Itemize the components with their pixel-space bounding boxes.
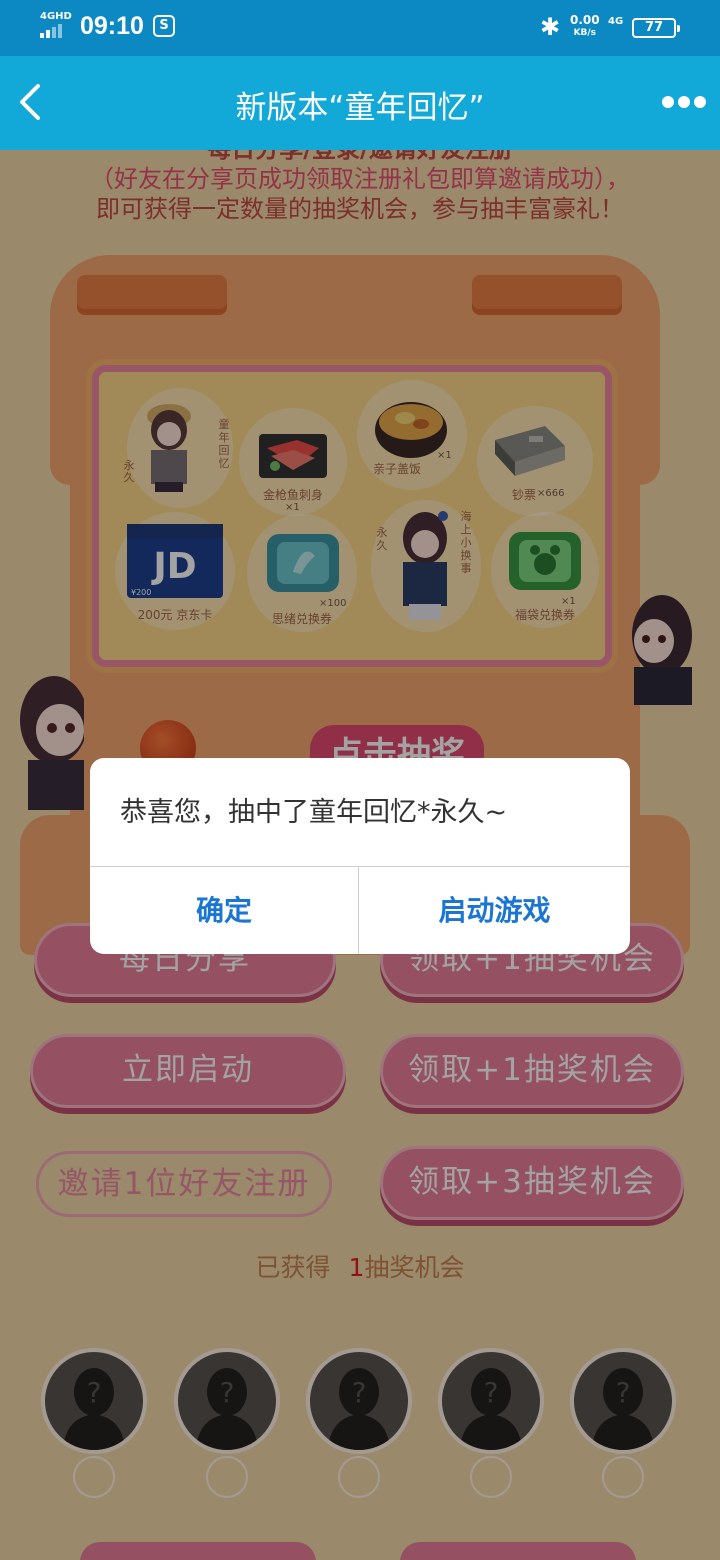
nav-bar: 新版本“童年回忆” [0,56,720,150]
dialog-message: 恭喜您，抽中了童年回忆*永久~ [120,797,508,828]
signal-icon [40,24,70,38]
launch-game-button[interactable]: 启动游戏 [359,867,630,954]
confirm-button[interactable]: 确定 [90,867,358,954]
result-dialog: 恭喜您，抽中了童年回忆*永久~ 确定 启动游戏 [90,758,630,954]
more-icon[interactable] [662,96,706,110]
bluetooth-icon: ✱ [540,13,561,41]
status-bar: 4GHD 09:10 S ✱ 0.00 KB/s 4G 77 [0,0,720,56]
page-title: 新版本“童年回忆” [235,90,485,126]
battery-icon: 77 [632,18,680,38]
app-notification-icon: S [153,15,175,37]
status-time: 09:10 [80,12,144,40]
network-type: 4G [608,16,624,27]
network-speed: 0.00 KB/s [570,13,600,39]
network-label: 4GHD [40,11,72,22]
